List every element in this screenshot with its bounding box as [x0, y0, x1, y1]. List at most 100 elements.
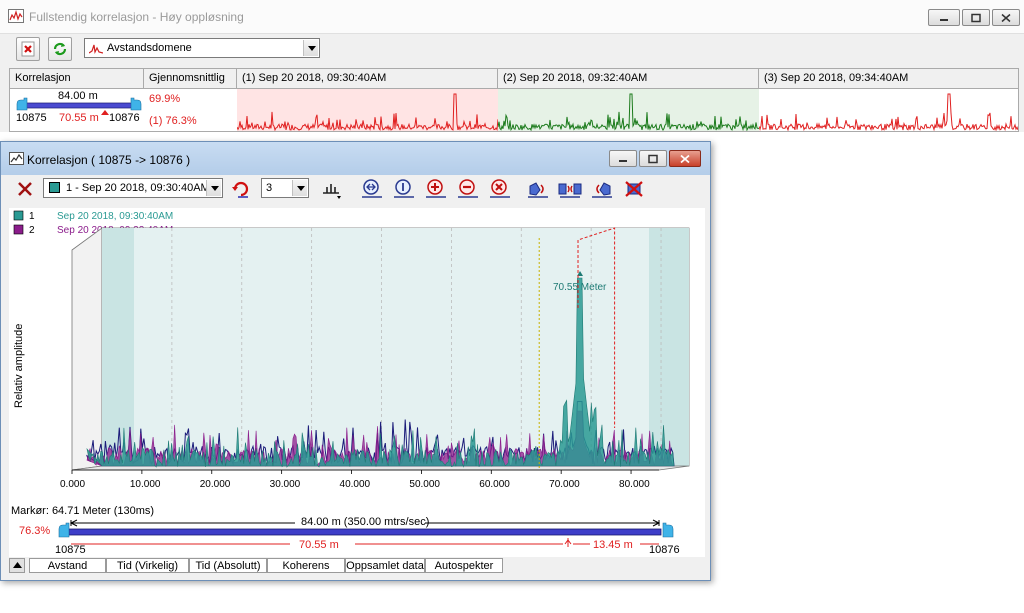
y-axis-label: Relativ amplitude [13, 324, 25, 408]
minimize-icon [619, 159, 627, 162]
tab-tid-absolutt[interactable]: Tid (Absolutt) [189, 558, 267, 573]
sensor-left-button[interactable] [525, 178, 551, 202]
chevron-down-icon[interactable] [206, 180, 221, 196]
right-shade [649, 228, 689, 466]
sensor-both-icon [558, 183, 582, 198]
delete-icon [18, 182, 32, 196]
tab-tid-virkelig[interactable]: Tid (Virkelig) [106, 558, 189, 573]
count-select-value: 3 [266, 182, 273, 194]
reload-icon [232, 181, 249, 198]
marker-panel[interactable]: Markør: 64.71 Meter (130ms) 76.3% 84.00 … [9, 505, 705, 557]
zoom-in-button[interactable] [423, 178, 449, 202]
tab-koherens[interactable]: Koherens [267, 558, 345, 573]
x-tick-label: 30.000 [270, 479, 301, 490]
tab-scroll-button[interactable] [9, 558, 25, 573]
right-sensor-id: 10876 [109, 112, 140, 124]
average-value: 69.9% [149, 93, 181, 105]
close-button[interactable] [992, 9, 1020, 26]
tab-avstand[interactable]: Avstand [29, 558, 106, 573]
delete-button[interactable] [16, 37, 40, 61]
legend-swatch [13, 224, 24, 235]
child-minimize-button[interactable] [609, 150, 637, 167]
x-tick-label: 40.000 [340, 479, 371, 490]
red-x-icon [21, 41, 35, 57]
header-recording-1[interactable]: (1) Sep 20 2018, 09:30:40AM [237, 69, 498, 89]
correlation-window-title-bar[interactable]: Korrelasjon ( 10875 -> 10876 ) [1, 142, 710, 175]
restore-button[interactable] [962, 9, 990, 26]
recording-1-thumbnail[interactable] [237, 89, 498, 131]
correlation-chart[interactable]: 1Sep 20 2018, 09:30:40AM2Sep 20 2018, 09… [9, 208, 705, 506]
chevron-up-icon [12, 562, 22, 568]
left-sensor-id: 10875 [55, 544, 86, 556]
chevron-down-icon[interactable] [303, 40, 318, 56]
recording-color-icon [49, 182, 60, 193]
domain-select-value: Avstandsdomene [107, 42, 192, 54]
filter-button[interactable] [319, 178, 345, 202]
left-sensor-id: 10875 [16, 112, 47, 124]
tab-autospekter[interactable]: Autospekter [425, 558, 503, 573]
zoom-out-icon [362, 179, 382, 198]
recording-select-value: 1 - Sep 20 2018, 09:30:40AM [66, 182, 210, 194]
minimize-button[interactable] [928, 9, 960, 26]
child-maximize-button[interactable] [639, 150, 667, 167]
recording-2-spectrum [498, 89, 759, 131]
window-title: Fullstendig korrelasjon - Høy oppløsning [29, 10, 244, 24]
x-tick-label: 10.000 [130, 479, 161, 490]
remove-recording-button[interactable] [13, 178, 39, 202]
correlation-toolbar: 1 - Sep 20 2018, 09:30:40AM 3 [9, 176, 705, 204]
x-tick-label: 80.000 [619, 479, 650, 490]
legend-id: 2 [29, 225, 35, 236]
x-tick-label: 70.000 [549, 479, 580, 490]
recording-select[interactable]: 1 - Sep 20 2018, 09:30:40AM [43, 178, 223, 198]
count-select[interactable]: 3 [261, 178, 309, 198]
close-icon [1001, 13, 1011, 22]
header-recording-2[interactable]: (2) Sep 20 2018, 09:32:40AM [498, 69, 759, 89]
zoom-minus-icon [458, 179, 478, 198]
correlation-window[interactable]: Korrelasjon ( 10875 -> 10876 ) 1 - Sep 2… [0, 141, 711, 581]
filter-icon [323, 184, 341, 199]
zoom-cancel-icon [490, 179, 510, 198]
domain-select[interactable]: Avstandsdomene [84, 38, 320, 58]
zoom-out-button[interactable] [359, 178, 385, 202]
header-recording-3[interactable]: (3) Sep 20 2018, 09:34:40AM [759, 69, 1018, 89]
sensor-right-button[interactable] [589, 178, 615, 202]
tab-oppsamlet-data[interactable]: Oppsamlet data [345, 558, 425, 573]
right-distance: 13.45 m [593, 539, 633, 551]
recording-3-spectrum [759, 89, 1018, 131]
average-cell[interactable]: 69.9% (1) 76.3% [144, 89, 237, 131]
zoom-minus-button[interactable] [455, 178, 481, 202]
chevron-down-icon[interactable] [292, 180, 307, 196]
reload-button[interactable] [229, 178, 255, 202]
x-tick-label: 20.000 [200, 479, 231, 490]
zoom-in-icon [426, 179, 446, 198]
pipe-summary-cell[interactable]: 84.00 m 10875 70.55 m 10876 [10, 89, 144, 131]
sensor-both-button[interactable] [557, 178, 583, 202]
sensor-left-icon [528, 182, 548, 198]
header-gjennomsnitt[interactable]: Gjennomsnittlig [144, 69, 237, 89]
x-tick-label: 50.000 [409, 479, 440, 490]
leak-distance: 70.55 m [59, 112, 99, 124]
recording-2-thumbnail[interactable] [498, 89, 759, 131]
zoom-reset-button[interactable] [391, 178, 417, 202]
average-reference: (1) 76.3% [149, 115, 197, 127]
leak-marker-icon [101, 110, 109, 115]
legend-id: 1 [29, 211, 35, 222]
pipe-distance-graphic [58, 519, 674, 547]
green-refresh-icon [53, 42, 67, 56]
recording-3-thumbnail[interactable] [759, 89, 1018, 131]
chart-left-wall [71, 227, 103, 471]
header-korrelasjon[interactable]: Korrelasjon [10, 69, 144, 89]
zoom-cancel-button[interactable] [487, 178, 513, 202]
zoom-reset-icon [394, 179, 414, 198]
child-close-button[interactable] [669, 150, 701, 167]
chart-window-icon [9, 152, 24, 165]
sensor-right-icon [592, 182, 612, 198]
correlation-summary-table: Korrelasjon Gjennomsnittlig (1) Sep 20 2… [9, 68, 1019, 132]
main-toolbar: Avstandsdomene [0, 34, 1024, 64]
right-sensor-id: 10876 [649, 544, 680, 556]
sensor-off-button[interactable] [621, 178, 647, 202]
minimize-icon [940, 18, 948, 21]
correlation-chart-svg: 1Sep 20 2018, 09:30:40AM2Sep 20 2018, 09… [13, 210, 690, 490]
sensor-off-icon [625, 181, 643, 197]
refresh-button[interactable] [48, 37, 72, 61]
